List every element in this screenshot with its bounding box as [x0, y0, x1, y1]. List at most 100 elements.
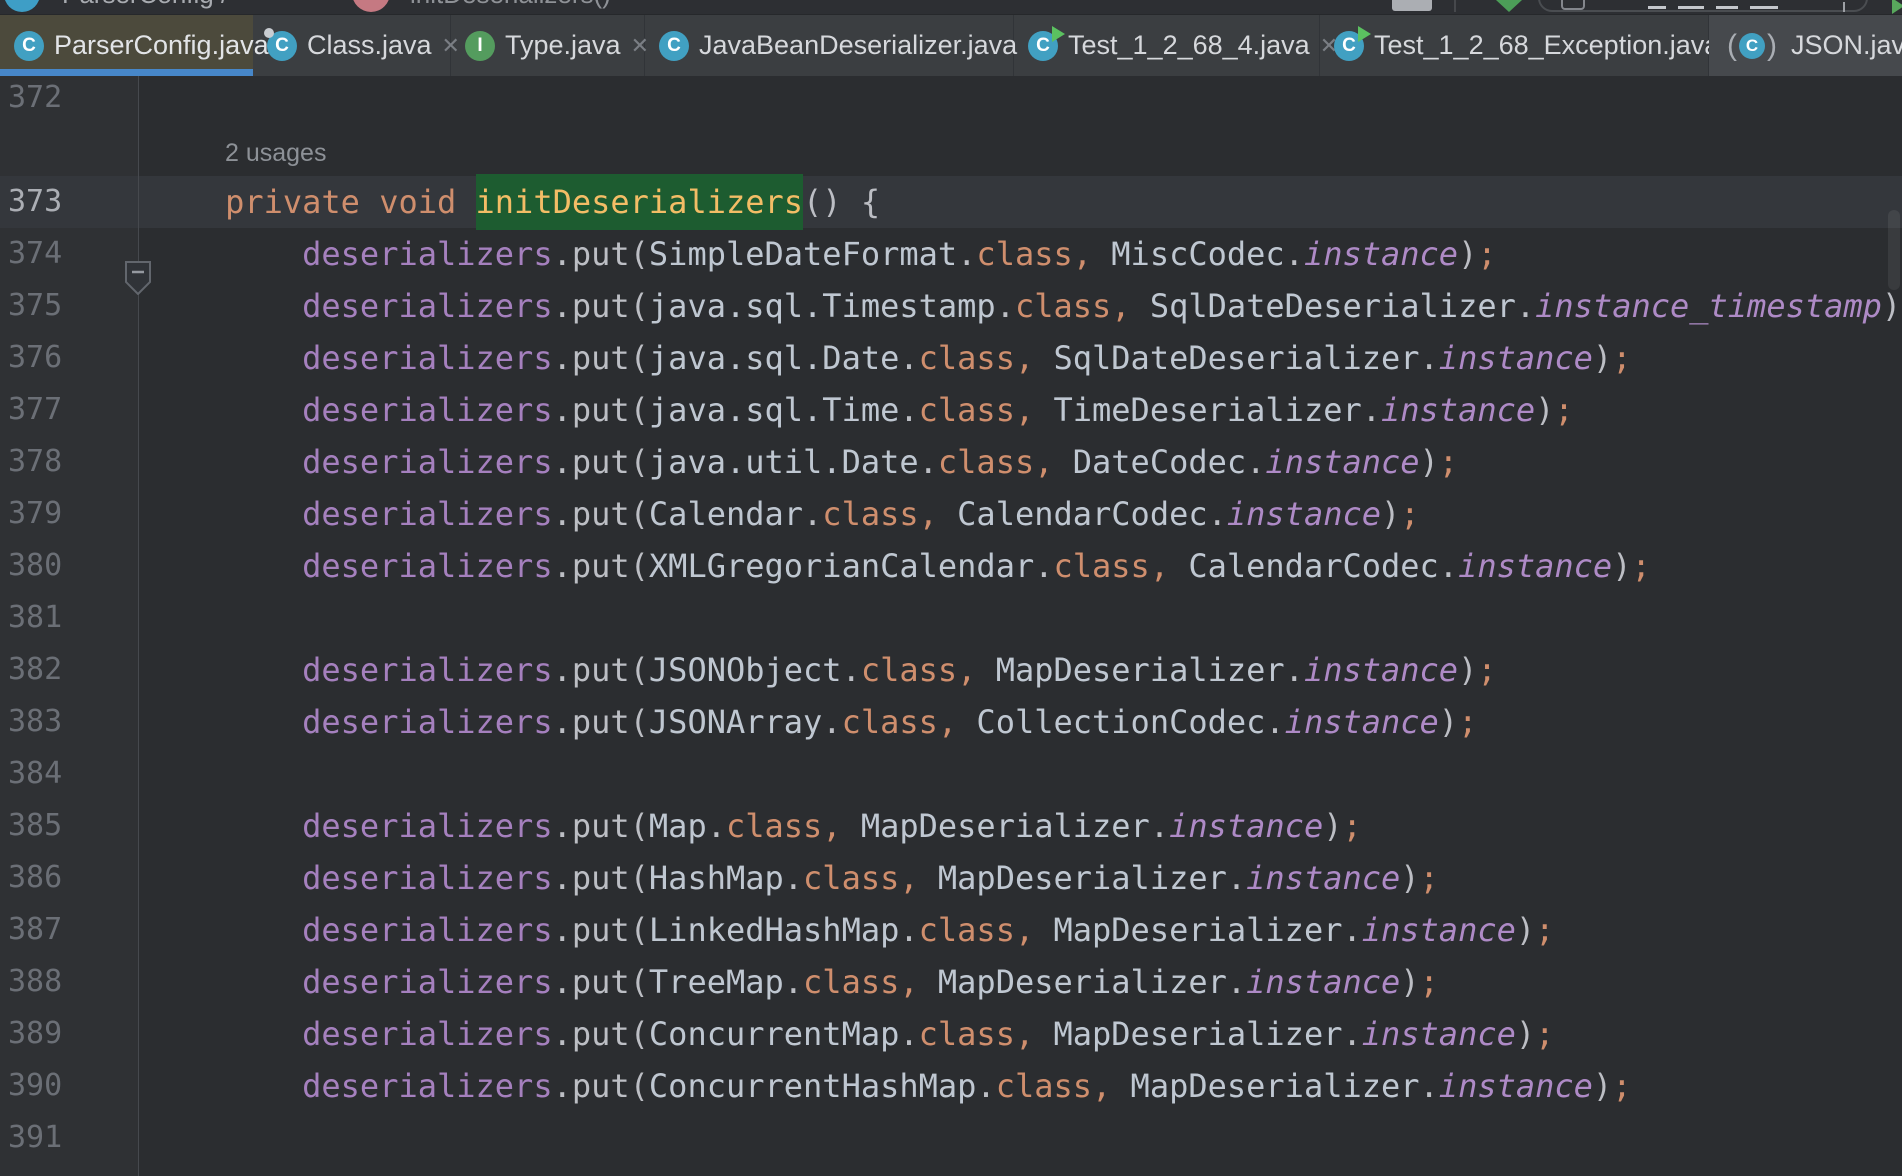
code-line[interactable]: 390 deserializers.put(ConcurrentHashMap.… [0, 1060, 1902, 1112]
tab-Test_1_2_68_4.java[interactable]: C Test_1_2_68_4.java ✕ [1014, 15, 1338, 76]
line-text: deserializers.put(java.sql.Timestamp.cla… [302, 287, 1902, 325]
code-line[interactable]: 381 [0, 592, 1902, 644]
code-line[interactable]: 386 deserializers.put(HashMap.class, Map… [0, 852, 1902, 904]
class-icon: C [14, 30, 44, 61]
line-number[interactable]: 374 [0, 228, 138, 280]
run-config-caret [1843, 2, 1845, 12]
tab-label: ParserConfig.java [54, 30, 269, 60]
code-line[interactable]: 378 deserializers.put(java.util.Date.cla… [0, 436, 1902, 488]
line-number[interactable]: 381 [0, 592, 138, 644]
class-icon: C [1028, 25, 1065, 61]
line-number[interactable]: 388 [0, 956, 138, 1008]
line-text: deserializers.put(Collection.class, Coll… [148, 1164, 1496, 1176]
code-line[interactable]: 373 private void initDeserializers() { [0, 176, 1902, 228]
line-text: deserializers.put(HashMap.class, MapDese… [302, 859, 1439, 897]
line-number[interactable]: 378 [0, 436, 138, 488]
vcs-update-icon[interactable] [1496, 0, 1522, 12]
line-number[interactable]: 389 [0, 1008, 138, 1060]
usages-inlay-hint[interactable]: 2 usages [225, 139, 326, 167]
line-number[interactable]: 375 [0, 280, 138, 332]
code-line[interactable]: 384 [0, 748, 1902, 800]
window-button-icon[interactable] [1392, 0, 1432, 11]
code-line[interactable]: 375 deserializers.put(java.sql.Timestamp… [0, 280, 1902, 332]
class-icon: C [1334, 25, 1371, 61]
tab-Type.java[interactable]: I Type.java ✕ [451, 15, 649, 76]
tab-Test_1_2_68_Exception.java[interactable]: CTest_1_2_68_Exception.java✕ [1320, 15, 1748, 76]
editor-scrollbar[interactable] [1888, 210, 1900, 290]
breadcrumb-method[interactable]: initDeserializers() [410, 0, 611, 10]
run-icon[interactable] [1892, 0, 1902, 14]
interface-icon: I [465, 30, 495, 61]
fold-collapse-icon[interactable] [125, 261, 151, 300]
line-number[interactable]: 384 [0, 748, 138, 800]
code-line[interactable]: 372 [0, 76, 1902, 124]
code-line[interactable]: 391 [0, 1112, 1902, 1164]
line-number[interactable]: 383 [0, 696, 138, 748]
highlighted-method-name: initDeserializers [475, 183, 804, 221]
line-number[interactable]: 387 [0, 904, 138, 956]
tab-ParserConfig.java[interactable]: CParserConfig.java✕ [0, 15, 297, 76]
modified-dot-icon [264, 27, 274, 38]
code-line[interactable]: 379 deserializers.put(Calendar.class, Ca… [0, 488, 1902, 540]
line-number[interactable]: 392 [0, 1164, 138, 1176]
line-text: private void initDeserializers() { [148, 183, 881, 221]
tab-JSON.java[interactable]: (C)JSON.java✕ [1709, 15, 1902, 76]
code-line[interactable]: 387 deserializers.put(LinkedHashMap.clas… [0, 904, 1902, 956]
line-number[interactable]: 380 [0, 540, 138, 592]
line-number[interactable]: 377 [0, 384, 138, 436]
library-class-icon: (C) [1727, 28, 1777, 62]
line-text: deserializers.put(ConcurrentMap.class, M… [302, 1015, 1555, 1053]
line-text: deserializers.put(TreeMap.class, MapDese… [302, 963, 1439, 1001]
code-line[interactable]: 382 deserializers.put(JSONObject.class, … [0, 644, 1902, 696]
class-icon: C [659, 30, 689, 61]
line-number[interactable]: 390 [0, 1060, 138, 1112]
line-number[interactable]: 373 [0, 176, 138, 228]
code-line[interactable]: 374 deserializers.put(SimpleDateFormat.c… [0, 228, 1902, 280]
line-text: deserializers.put(LinkedHashMap.class, M… [302, 911, 1555, 949]
line-text: deserializers.put(JSONObject.class, MapD… [302, 651, 1497, 689]
tab-label: Class.java [307, 30, 432, 60]
tab-Class.java[interactable]: C Class.java ✕ [253, 15, 460, 76]
run-config-icon[interactable] [1561, 0, 1585, 10]
tab-JavaBeanDeserializer.java[interactable]: CJavaBeanDeserializer.java✕ [645, 15, 1046, 76]
tab-label: JSON.java [1791, 30, 1902, 60]
line-number[interactable] [0, 124, 138, 176]
code-line[interactable]: 389 deserializers.put(ConcurrentMap.clas… [0, 1008, 1902, 1060]
code-line[interactable]: 380 deserializers.put(XMLGregorianCalend… [0, 540, 1902, 592]
run-overlay-icon [1358, 25, 1371, 42]
code-line[interactable]: 376 deserializers.put(java.sql.Date.clas… [0, 332, 1902, 384]
line-text: deserializers.put(ConcurrentHashMap.clas… [302, 1067, 1632, 1105]
code-lines[interactable]: 372 2 usages 373 private void initDeserial… [0, 76, 1902, 1176]
line-text: deserializers.put(java.util.Date.class, … [302, 443, 1459, 481]
tab-label: Test_1_2_68_Exception.java [1374, 30, 1720, 60]
line-number[interactable]: 382 [0, 644, 138, 696]
breadcrumb[interactable]: ParserConfig / [62, 0, 228, 10]
code-editor[interactable]: 372 2 usages 373 private void initDeserial… [0, 76, 1902, 1176]
run-config-text-fragment [1750, 6, 1778, 9]
line-text: deserializers.put(java.sql.Date.class, S… [302, 339, 1632, 377]
code-line[interactable]: 377 deserializers.put(java.sql.Time.clas… [0, 384, 1902, 436]
run-config-text-fragment [1678, 6, 1704, 9]
tab-label: Type.java [505, 30, 621, 60]
line-number[interactable]: 372 [0, 76, 138, 124]
code-line[interactable]: 392 deserializers.put(Collection.class, … [0, 1164, 1902, 1176]
line-number[interactable]: 376 [0, 332, 138, 384]
editor-tab-bar: CParserConfig.java✕CClass.java✕IType.jav… [0, 14, 1902, 76]
line-number[interactable]: 386 [0, 852, 138, 904]
code-line[interactable]: 388 deserializers.put(TreeMap.class, Map… [0, 956, 1902, 1008]
main-toolbar: ParserConfig / initDeserializers() [0, 0, 1902, 14]
code-line[interactable]: 2 usages [0, 124, 1902, 176]
code-line[interactable]: 383 deserializers.put(JSONArray.class, C… [0, 696, 1902, 748]
code-line[interactable]: 385 deserializers.put(Map.class, MapDese… [0, 800, 1902, 852]
line-number[interactable]: 391 [0, 1112, 138, 1164]
line-number[interactable]: 379 [0, 488, 138, 540]
tab-label: JavaBeanDeserializer.java [699, 30, 1018, 60]
line-text: deserializers.put(Calendar.class, Calend… [302, 495, 1420, 533]
line-text: deserializers.put(SimpleDateFormat.class… [302, 235, 1497, 273]
run-config-text-fragment [1648, 6, 1666, 9]
line-number[interactable]: 385 [0, 800, 138, 852]
line-text: deserializers.put(XMLGregorianCalendar.c… [302, 547, 1651, 585]
breadcrumb-class-icon[interactable] [4, 0, 40, 12]
line-text: deserializers.put(Map.class, MapDeserial… [302, 807, 1362, 845]
breadcrumb-method-icon[interactable] [352, 0, 390, 12]
